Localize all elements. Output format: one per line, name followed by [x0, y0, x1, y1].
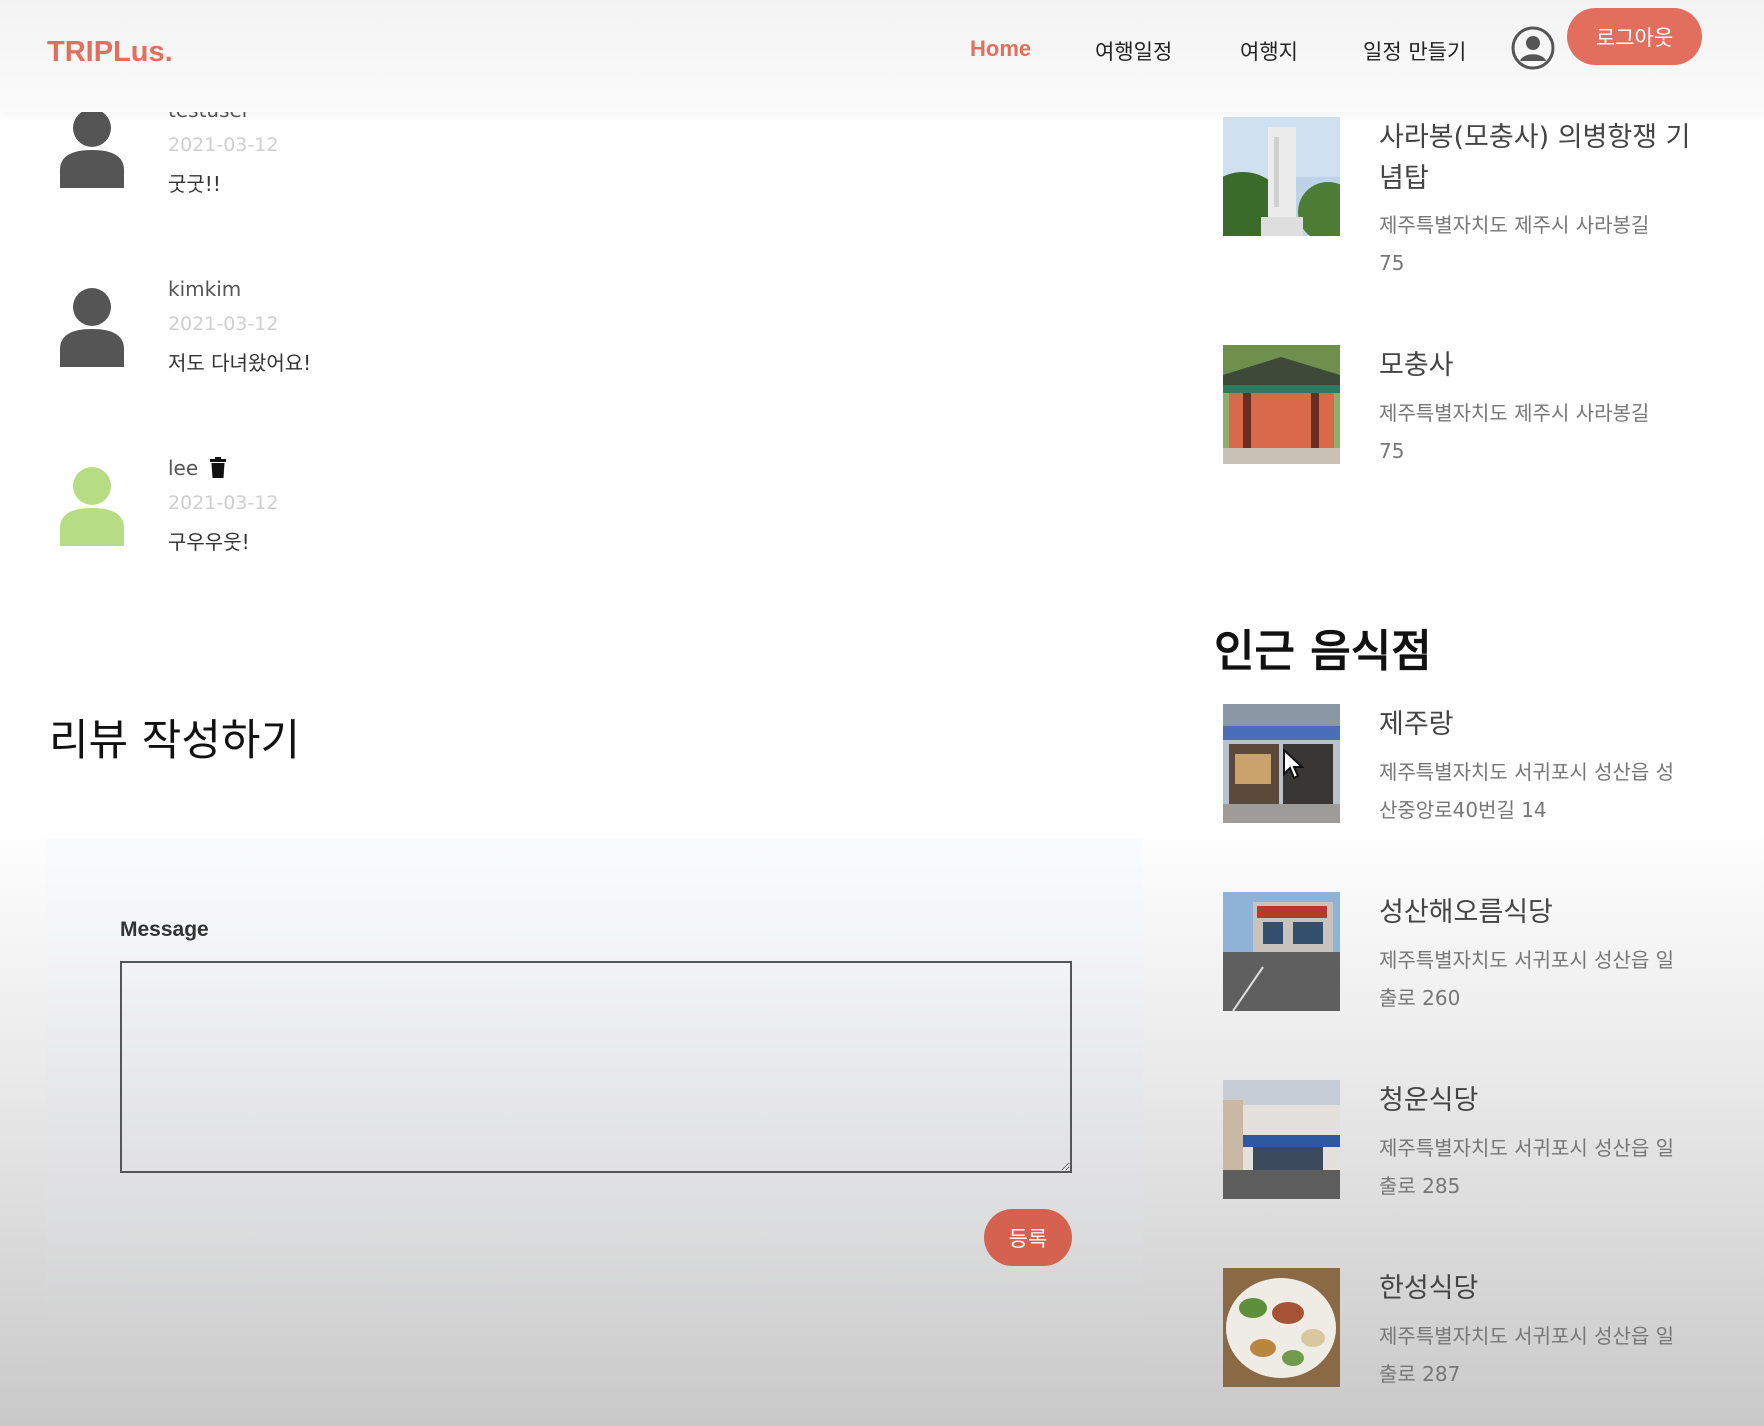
nav-destinations[interactable]: 여행지 — [1240, 36, 1298, 66]
place-name: 사라봉(모충사) 의병항쟁 기념탑 — [1379, 122, 1691, 194]
comment-text: 구우우웃! — [168, 530, 250, 554]
comment-date: 2021-03-12 — [168, 313, 279, 335]
restaurant-name: 제주랑 — [1379, 709, 1454, 740]
restaurant-thumbnail-image — [1223, 1268, 1340, 1387]
place-thumbnail-image — [1223, 345, 1340, 464]
restaurant-name: 청운식당 — [1379, 1085, 1479, 1116]
logout-button[interactable]: 로그아웃 — [1567, 8, 1702, 65]
comment-text: 저도 다녀왔어요! — [168, 351, 312, 375]
comment-text: 굿굿!! — [168, 172, 221, 196]
comment-item: kimkim 2021-03-12 저도 다녀왔어요! — [58, 277, 658, 397]
site-logo[interactable]: TRIPLus. — [47, 36, 173, 69]
restaurant-address: 제주특별자치도 서귀포시 성산읍 일출로 260 — [1379, 948, 1675, 1010]
place-address: 제주특별자치도 제주시 사라봉길 75 — [1379, 213, 1650, 275]
nav-home[interactable]: Home — [970, 36, 1031, 62]
nearby-restaurants-title: 인근 음식점 — [1214, 626, 1432, 677]
place-thumbnail-image — [1223, 117, 1340, 236]
trash-icon[interactable] — [209, 457, 227, 478]
user-avatar-icon — [60, 467, 124, 546]
user-avatar-icon — [60, 288, 124, 367]
restaurant-thumbnail-image — [1223, 892, 1340, 1011]
comment-author: kimkim — [168, 277, 242, 301]
comment-item: testuser 2021-03-12 굿굿!! — [58, 98, 658, 218]
restaurant-name: 한성식당 — [1379, 1273, 1479, 1304]
top-navbar: TRIPLus. Home 여행일정 여행지 일정 만들기 로그아웃 — [0, 0, 1764, 112]
restaurant-address: 제주특별자치도 서귀포시 성산읍 일출로 285 — [1379, 1136, 1675, 1198]
restaurant-name: 성산해오름식당 — [1379, 897, 1553, 928]
user-avatar-icon — [60, 109, 124, 188]
comment-date: 2021-03-12 — [168, 492, 279, 514]
restaurant-address: 제주특별자치도 서귀포시 성산읍 일출로 287 — [1379, 1324, 1675, 1386]
place-address: 제주특별자치도 제주시 사라봉길 75 — [1379, 401, 1650, 463]
nav-travel-schedule[interactable]: 여행일정 — [1095, 36, 1172, 66]
mouse-cursor-icon — [1283, 749, 1305, 780]
nav-create-schedule[interactable]: 일정 만들기 — [1363, 36, 1466, 66]
restaurant-thumbnail-image — [1223, 704, 1340, 823]
user-profile-icon[interactable] — [1511, 26, 1555, 70]
comment-item: lee 2021-03-12 구우우웃! — [58, 456, 658, 576]
restaurant-thumbnail-image — [1223, 1080, 1340, 1199]
place-name: 모충사 — [1379, 350, 1454, 381]
comment-date: 2021-03-12 — [168, 134, 279, 156]
review-section-title: 리뷰 작성하기 — [49, 716, 301, 766]
message-label: Message — [120, 918, 209, 941]
submit-review-button[interactable]: 등록 — [984, 1209, 1072, 1266]
comment-author: lee — [168, 456, 199, 480]
message-textarea[interactable] — [120, 961, 1072, 1173]
restaurant-address: 제주특별자치도 서귀포시 성산읍 성산중앙로40번길 14 — [1379, 760, 1675, 822]
comment-author-row: lee — [168, 456, 227, 480]
